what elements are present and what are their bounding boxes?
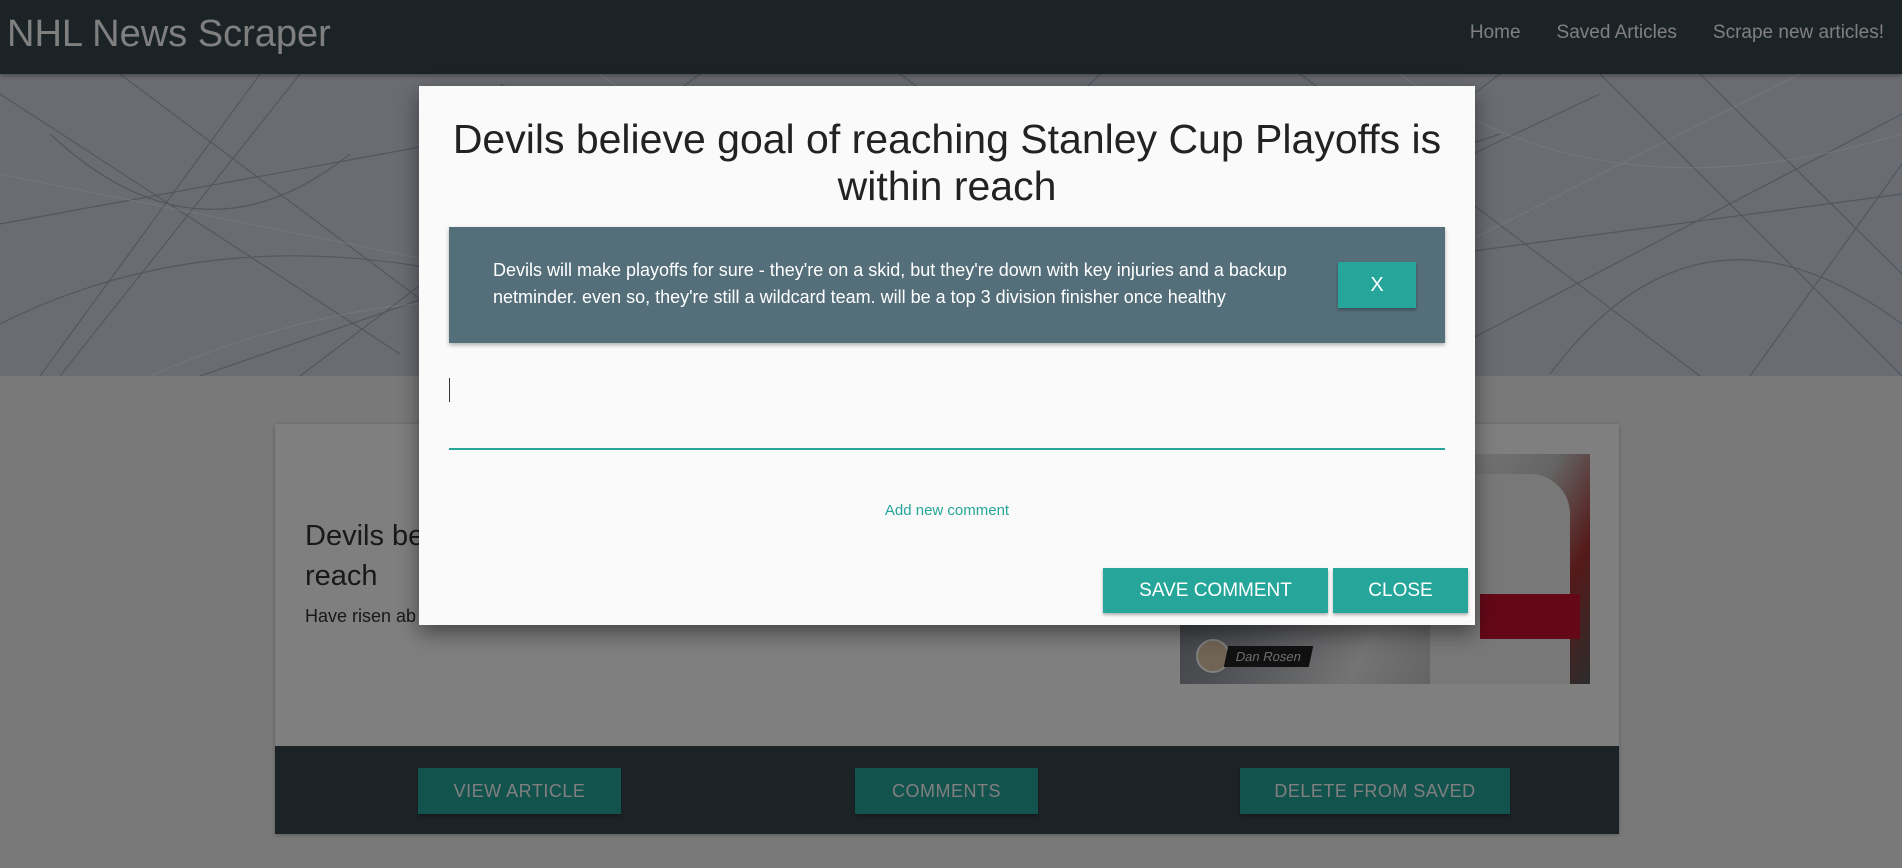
modal-title: Devils believe goal of reaching Stanley … [452,116,1442,209]
close-modal-button[interactable]: CLOSE [1333,568,1468,613]
comment-text: Devils will make playoffs for sure - the… [493,260,1287,307]
comment-item: Devils will make playoffs for sure - the… [449,227,1445,343]
comments-modal: Devils believe goal of reaching Stanley … [419,86,1475,625]
new-comment-input[interactable] [449,376,1445,450]
save-comment-button[interactable]: SAVE COMMENT [1103,568,1328,613]
text-caret [449,378,450,402]
new-comment-label: Add new comment [884,502,1010,519]
delete-comment-button[interactable]: X [1338,262,1416,308]
